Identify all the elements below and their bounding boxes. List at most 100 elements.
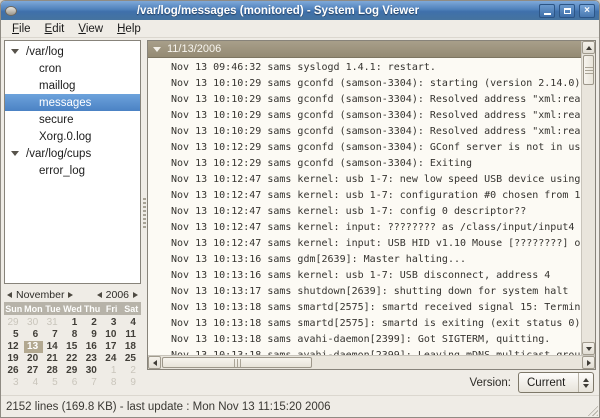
tree-item-cron[interactable]: cron xyxy=(5,60,140,77)
calendar-day-selected[interactable]: 13 xyxy=(24,341,44,353)
next-year-icon[interactable] xyxy=(133,292,138,298)
horizontal-scrollbar-trough[interactable] xyxy=(313,356,582,369)
calendar-day[interactable]: 28 xyxy=(43,365,63,377)
calendar-day[interactable]: 3 xyxy=(4,377,24,389)
log-line[interactable]: Nov 13 10:10:29 sams gconfd (samson-3304… xyxy=(148,124,581,140)
log-line[interactable]: Nov 13 10:13:17 sams shutdown[2639]: shu… xyxy=(148,284,581,300)
prev-year-icon[interactable] xyxy=(97,292,102,298)
log-line[interactable]: Nov 13 09:46:32 sams syslogd 1.4.1: rest… xyxy=(148,60,581,76)
log-date-header[interactable]: 11/13/2006 xyxy=(148,41,581,58)
tree-item-error-log[interactable]: error_log xyxy=(5,162,140,179)
expander-icon[interactable] xyxy=(11,151,19,156)
titlebar[interactable]: /var/log/messages (monitored) - System L… xyxy=(1,1,599,20)
log-line[interactable]: Nov 13 10:13:18 sams smartd[2575]: smart… xyxy=(148,316,581,332)
scroll-down-button[interactable] xyxy=(582,342,595,355)
menu-edit[interactable]: Edit xyxy=(38,22,72,36)
calendar-day[interactable]: 29 xyxy=(63,365,83,377)
horizontal-scrollbar[interactable] xyxy=(148,355,595,369)
version-combobox[interactable]: Current xyxy=(518,372,594,393)
calendar-day[interactable]: 21 xyxy=(43,353,63,365)
calendar-day[interactable]: 24 xyxy=(102,353,122,365)
calendar-day[interactable]: 7 xyxy=(82,377,102,389)
calendar-day[interactable]: 3 xyxy=(102,317,122,329)
calendar-day[interactable]: 2 xyxy=(82,317,102,329)
vertical-scrollbar-thumb[interactable] xyxy=(583,55,594,85)
pane-separator-grip[interactable] xyxy=(143,198,146,228)
calendar-day[interactable]: 15 xyxy=(63,341,83,353)
scroll-up-button[interactable] xyxy=(582,41,595,54)
calendar-day[interactable]: 14 xyxy=(43,341,63,353)
log-line[interactable]: Nov 13 10:12:47 sams kernel: usb 1-7: co… xyxy=(148,188,581,204)
log-line[interactable]: Nov 13 10:12:47 sams kernel: usb 1-7: ne… xyxy=(148,172,581,188)
log-lines[interactable]: Nov 13 09:46:32 sams syslogd 1.4.1: rest… xyxy=(148,58,581,355)
calendar-day[interactable]: 2 xyxy=(121,365,141,377)
calendar-grid[interactable]: 2930311234567891011121314151617181920212… xyxy=(4,317,141,389)
tree-item-messages[interactable]: messages xyxy=(5,94,140,111)
calendar-day[interactable]: 11 xyxy=(121,329,141,341)
file-tree[interactable]: /var/logcronmaillogmessagessecureXorg.0.… xyxy=(4,40,141,284)
calendar-day[interactable]: 9 xyxy=(82,329,102,341)
calendar-day[interactable]: 5 xyxy=(43,377,63,389)
calendar-day[interactable]: 12 xyxy=(4,341,24,353)
menu-help[interactable]: Help xyxy=(110,22,148,36)
log-line[interactable]: Nov 13 10:13:18 sams smartd[2575]: smart… xyxy=(148,300,581,316)
menu-file[interactable]: File xyxy=(5,22,38,36)
calendar-day[interactable]: 8 xyxy=(63,329,83,341)
maximize-button[interactable] xyxy=(559,4,575,18)
calendar-day[interactable]: 10 xyxy=(102,329,122,341)
calendar-day[interactable]: 18 xyxy=(121,341,141,353)
log-line[interactable]: Nov 13 10:12:47 sams kernel: input: USB … xyxy=(148,236,581,252)
expander-icon[interactable] xyxy=(153,47,161,52)
scroll-left-button[interactable] xyxy=(148,356,161,369)
calendar-day[interactable]: 25 xyxy=(121,353,141,365)
calendar-day[interactable]: 6 xyxy=(24,329,44,341)
combobox-spinner[interactable] xyxy=(578,373,593,392)
next-month-icon[interactable] xyxy=(68,292,73,298)
log-line[interactable]: Nov 13 10:13:18 sams avahi-daemon[2399]:… xyxy=(148,332,581,348)
calendar-day[interactable]: 1 xyxy=(102,365,122,377)
log-line[interactable]: Nov 13 10:10:29 sams gconfd (samson-3304… xyxy=(148,76,581,92)
horizontal-scrollbar-thumb[interactable] xyxy=(162,357,312,368)
calendar-day[interactable]: 4 xyxy=(121,317,141,329)
calendar-day[interactable]: 16 xyxy=(82,341,102,353)
calendar-day[interactable]: 22 xyxy=(63,353,83,365)
calendar-day[interactable]: 20 xyxy=(24,353,44,365)
vertical-scrollbar-trough[interactable] xyxy=(582,86,595,342)
calendar-day[interactable]: 26 xyxy=(4,365,24,377)
log-line[interactable]: Nov 13 10:12:29 sams gconfd (samson-3304… xyxy=(148,140,581,156)
calendar-day[interactable]: 19 xyxy=(4,353,24,365)
log-line[interactable]: Nov 13 10:13:16 sams kernel: usb 1-7: US… xyxy=(148,268,581,284)
log-line[interactable]: Nov 13 10:12:47 sams kernel: usb 1-7: co… xyxy=(148,204,581,220)
expander-icon[interactable] xyxy=(11,49,19,54)
calendar-day[interactable]: 23 xyxy=(82,353,102,365)
calendar-day[interactable]: 5 xyxy=(4,329,24,341)
prev-month-icon[interactable] xyxy=(7,292,12,298)
tree-item-var-log[interactable]: /var/log xyxy=(5,43,140,60)
tree-item-xorg-0-log[interactable]: Xorg.0.log xyxy=(5,128,140,145)
tree-item-maillog[interactable]: maillog xyxy=(5,77,140,94)
calendar-day[interactable]: 30 xyxy=(82,365,102,377)
calendar-day[interactable]: 1 xyxy=(63,317,83,329)
menu-view[interactable]: View xyxy=(71,22,110,36)
calendar-day[interactable]: 27 xyxy=(24,365,44,377)
calendar-day[interactable]: 7 xyxy=(43,329,63,341)
vertical-scrollbar[interactable] xyxy=(581,41,595,355)
scroll-right-button[interactable] xyxy=(582,356,595,369)
log-line[interactable]: Nov 13 10:13:16 sams gdm[2639]: Master h… xyxy=(148,252,581,268)
calendar-day[interactable]: 6 xyxy=(63,377,83,389)
resize-grip-icon[interactable] xyxy=(585,403,598,416)
log-line[interactable]: Nov 13 10:13:18 sams avahi-daemon[2399]:… xyxy=(148,348,581,355)
log-line[interactable]: Nov 13 10:10:29 sams gconfd (samson-3304… xyxy=(148,92,581,108)
calendar-day[interactable]: 17 xyxy=(102,341,122,353)
calendar-day[interactable]: 8 xyxy=(102,377,122,389)
pane-separator[interactable] xyxy=(141,38,147,395)
tree-item-secure[interactable]: secure xyxy=(5,111,140,128)
calendar-day[interactable]: 29 xyxy=(4,317,24,329)
log-line[interactable]: Nov 13 10:12:47 sams kernel: input: ????… xyxy=(148,220,581,236)
tree-item-var-log-cups[interactable]: /var/log/cups xyxy=(5,145,140,162)
close-button[interactable]: × xyxy=(579,4,595,18)
calendar-day[interactable]: 4 xyxy=(24,377,44,389)
log-line[interactable]: Nov 13 10:12:29 sams gconfd (samson-3304… xyxy=(148,156,581,172)
minimize-button[interactable] xyxy=(539,4,555,18)
calendar-day[interactable]: 30 xyxy=(24,317,44,329)
